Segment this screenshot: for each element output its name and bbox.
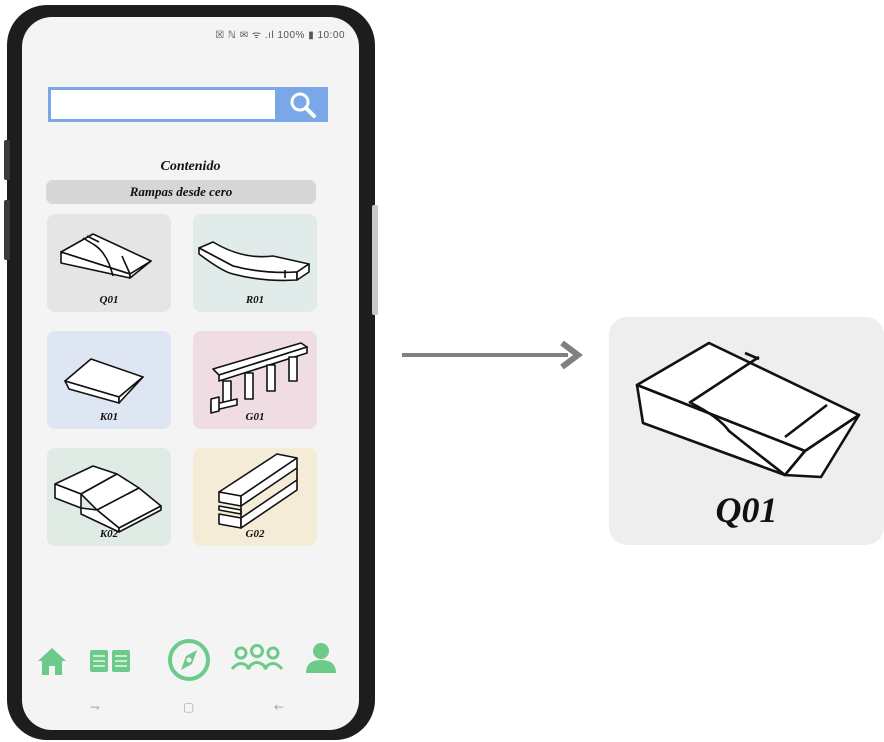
nav-explore[interactable]	[166, 637, 212, 688]
system-home-button[interactable]: ▢	[183, 700, 194, 714]
card-label: Q01	[99, 294, 119, 306]
card-label: G02	[245, 528, 265, 540]
volume-button	[4, 140, 10, 180]
zoomed-card-label: Q01	[715, 490, 778, 530]
card-label: G01	[245, 411, 265, 423]
search-bar	[48, 87, 328, 124]
status-bar: ☒ ℕ ✉ ᯤ .ıl 100% ▮ 10:00	[215, 30, 345, 41]
nav-community[interactable]	[230, 643, 284, 678]
bixby-button	[4, 200, 10, 260]
search-icon	[290, 92, 316, 118]
card-label: K01	[99, 411, 119, 423]
nav-profile[interactable]	[304, 641, 338, 680]
card-k01[interactable]: K01	[47, 331, 171, 429]
book-icon	[90, 650, 130, 672]
card-r01[interactable]: R01	[193, 214, 317, 312]
nav-library[interactable]	[88, 645, 132, 682]
phone-screen: ☒ ℕ ✉ ᯤ .ıl 100% ▮ 10:00 Contenido Rampa…	[22, 17, 359, 730]
card-label: K02	[99, 528, 119, 540]
zoomed-card-q01: Q01	[609, 317, 884, 545]
search-button[interactable]	[278, 87, 328, 122]
power-button	[372, 205, 378, 315]
arrow-right-icon	[402, 340, 583, 370]
home-icon	[38, 648, 66, 675]
compass-icon	[168, 639, 210, 681]
section-subtitle[interactable]: Rampas desde cero	[46, 180, 316, 204]
phone-frame: ☒ ℕ ✉ ᯤ .ıl 100% ▮ 10:00 Contenido Rampa…	[4, 5, 378, 740]
bottom-nav	[22, 637, 359, 687]
system-back-button[interactable]: ←	[274, 700, 284, 714]
group-icon	[230, 644, 284, 671]
nav-home[interactable]	[36, 645, 68, 682]
card-q01[interactable]: Q01	[47, 214, 171, 312]
card-k02[interactable]: K02	[47, 448, 171, 546]
search-input[interactable]	[48, 87, 278, 122]
recent-apps-button[interactable]: ⇁	[90, 700, 100, 714]
card-label: R01	[245, 294, 265, 306]
card-g01[interactable]: G01	[193, 331, 317, 429]
card-g02[interactable]: G02	[193, 448, 317, 546]
section-title: Contenido	[160, 159, 221, 174]
profile-icon	[306, 643, 336, 673]
system-nav-bar: ⇁ ▢ ←	[22, 700, 359, 726]
